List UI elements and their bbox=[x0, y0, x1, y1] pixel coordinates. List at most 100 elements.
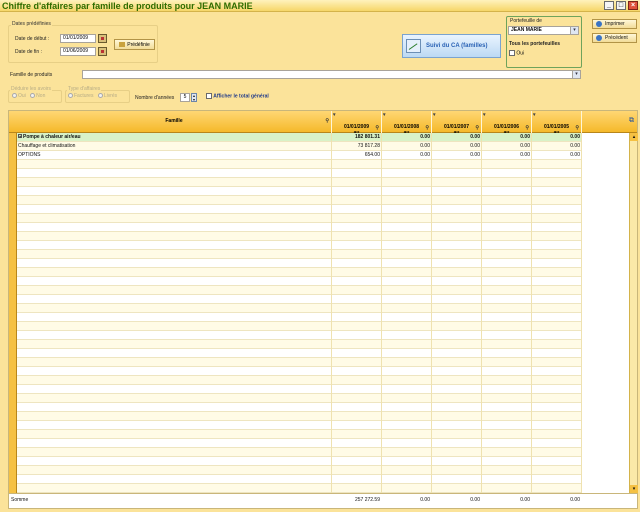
empty-table-row bbox=[17, 187, 582, 196]
empty-cell bbox=[332, 403, 382, 412]
column-header-2005[interactable]: ▾ 01/01/2005 au 01/06/2005 ⚲ bbox=[532, 111, 582, 142]
column-header-2007[interactable]: ▾ 01/01/2007 au 01/06/2007 ⚲ bbox=[432, 111, 482, 142]
search-icon[interactable]: ⚲ bbox=[525, 125, 529, 131]
search-icon[interactable]: ⚲ bbox=[575, 125, 579, 131]
empty-cell bbox=[482, 304, 532, 313]
empty-cell bbox=[17, 394, 332, 403]
close-button[interactable]: × bbox=[628, 1, 638, 10]
empty-cell bbox=[17, 421, 332, 430]
suivi-ca-button[interactable]: Suivi du CA (familles) bbox=[402, 34, 501, 58]
empty-cell bbox=[382, 214, 432, 223]
empty-table-row bbox=[17, 304, 582, 313]
date-fin-input[interactable]: 01/06/2009 bbox=[60, 47, 96, 56]
empty-cell bbox=[482, 187, 532, 196]
empty-table-row bbox=[17, 268, 582, 277]
table-row[interactable]: OPTIONS 654.00 0.00 0.00 0.00 0.00 bbox=[17, 151, 582, 160]
vertical-scrollbar[interactable]: ▴ ▾ bbox=[629, 133, 638, 493]
value-cell: 0.00 bbox=[482, 142, 532, 151]
column-header-2006[interactable]: ▾ 01/01/2006 au 01/06/2006 ⚲ bbox=[482, 111, 532, 142]
spinner-arrows-icon[interactable]: ▴ ▾ bbox=[191, 93, 197, 102]
search-icon[interactable]: ⚲ bbox=[375, 125, 379, 131]
famille-cell: + Pompe à chaleur air/eau bbox=[17, 133, 332, 142]
imprimer-button[interactable]: Imprimer bbox=[592, 19, 637, 29]
empty-cell bbox=[482, 178, 532, 187]
empty-cell bbox=[17, 187, 332, 196]
empty-table-row bbox=[17, 250, 582, 259]
empty-cell bbox=[432, 169, 482, 178]
afficher-total-option[interactable]: Afficher le total général bbox=[206, 93, 269, 99]
empty-cell bbox=[17, 466, 332, 475]
tous-oui-checkbox[interactable] bbox=[509, 50, 515, 56]
empty-cell bbox=[17, 376, 332, 385]
empty-table-row bbox=[17, 322, 582, 331]
empty-cell bbox=[532, 367, 582, 376]
column-header-famille[interactable]: Famille ⚲ bbox=[17, 111, 332, 133]
afficher-total-checkbox[interactable] bbox=[206, 93, 212, 99]
portefeuille-value: JEAN MARIE bbox=[511, 27, 542, 33]
empty-table-row bbox=[17, 205, 582, 214]
livres-radio[interactable] bbox=[97, 93, 103, 99]
calendar-icon[interactable] bbox=[98, 47, 107, 56]
search-icon[interactable]: ⚲ bbox=[425, 125, 429, 131]
empty-cell bbox=[382, 205, 432, 214]
precedent-button[interactable]: Précédent bbox=[592, 33, 637, 43]
empty-cell bbox=[482, 268, 532, 277]
empty-cell bbox=[432, 376, 482, 385]
empty-cell bbox=[432, 205, 482, 214]
column-settings-icon[interactable]: ⧉ bbox=[629, 117, 634, 125]
calendar-icon[interactable] bbox=[98, 34, 107, 43]
empty-cell bbox=[532, 313, 582, 322]
empty-cell bbox=[382, 268, 432, 277]
empty-cell bbox=[332, 475, 382, 484]
famille-produits-select[interactable]: ▾ bbox=[82, 70, 581, 79]
empty-cell bbox=[17, 295, 332, 304]
empty-cell bbox=[17, 322, 332, 331]
chevron-down-icon: ▾ bbox=[572, 71, 580, 78]
empty-cell bbox=[17, 340, 332, 349]
empty-table-row bbox=[17, 367, 582, 376]
maximize-button[interactable]: □ bbox=[616, 1, 626, 10]
empty-cell bbox=[482, 367, 532, 376]
empty-cell bbox=[332, 466, 382, 475]
empty-table-row bbox=[17, 484, 582, 493]
column-header-2009[interactable]: ▾ 01/01/2009 au 01/06/2009 ⚲ bbox=[332, 111, 382, 142]
empty-cell bbox=[382, 259, 432, 268]
predefinie-button[interactable]: Prédéfinie bbox=[114, 39, 155, 50]
column-label: Famille bbox=[165, 118, 183, 124]
empty-cell bbox=[532, 169, 582, 178]
expand-icon[interactable]: + bbox=[18, 134, 22, 139]
search-icon[interactable]: ⚲ bbox=[475, 125, 479, 131]
empty-table-row bbox=[17, 385, 582, 394]
table-row[interactable]: + Pompe à chaleur air/eau 182 801.31 0.00… bbox=[17, 133, 582, 142]
empty-cell bbox=[332, 313, 382, 322]
empty-cell bbox=[532, 349, 582, 358]
minimize-button[interactable]: _ bbox=[604, 1, 614, 10]
empty-cell bbox=[432, 178, 482, 187]
date-debut-input[interactable]: 01/01/2009 bbox=[60, 34, 96, 43]
sort-icon: ▾ bbox=[433, 112, 436, 118]
deduire-non-radio[interactable] bbox=[30, 93, 36, 99]
empty-cell bbox=[382, 169, 432, 178]
empty-cell bbox=[532, 385, 582, 394]
table-row[interactable]: Chauffage et climatisation 73 817.28 0.0… bbox=[17, 142, 582, 151]
value-cell: 0.00 bbox=[432, 142, 482, 151]
sort-icon: ▾ bbox=[333, 112, 336, 118]
value-cell: 654.00 bbox=[332, 151, 382, 160]
empty-cell bbox=[482, 223, 532, 232]
empty-cell bbox=[17, 403, 332, 412]
search-icon[interactable]: ⚲ bbox=[325, 111, 329, 131]
nombre-annees-input[interactable]: 5 bbox=[180, 93, 190, 102]
table-header: Famille ⚲ ▾ 01/01/2009 au 01/06/2009 ⚲ ▾… bbox=[9, 111, 637, 142]
empty-cell bbox=[532, 421, 582, 430]
portefeuille-select[interactable]: JEAN MARIE ▾ bbox=[508, 26, 579, 35]
famille-value: Pompe à chaleur air/eau bbox=[23, 134, 81, 140]
empty-cell bbox=[532, 331, 582, 340]
scroll-up-icon[interactable]: ▴ bbox=[630, 133, 638, 141]
factures-radio[interactable] bbox=[68, 93, 73, 99]
empty-table-row bbox=[17, 259, 582, 268]
deduire-oui-radio[interactable] bbox=[12, 93, 17, 99]
column-header-2008[interactable]: ▾ 01/01/2008 au 01/06/2008 ⚲ bbox=[382, 111, 432, 142]
tous-oui-option[interactable]: Oui bbox=[509, 50, 524, 56]
empty-cell bbox=[332, 484, 382, 493]
scroll-down-icon[interactable]: ▾ bbox=[630, 485, 638, 493]
